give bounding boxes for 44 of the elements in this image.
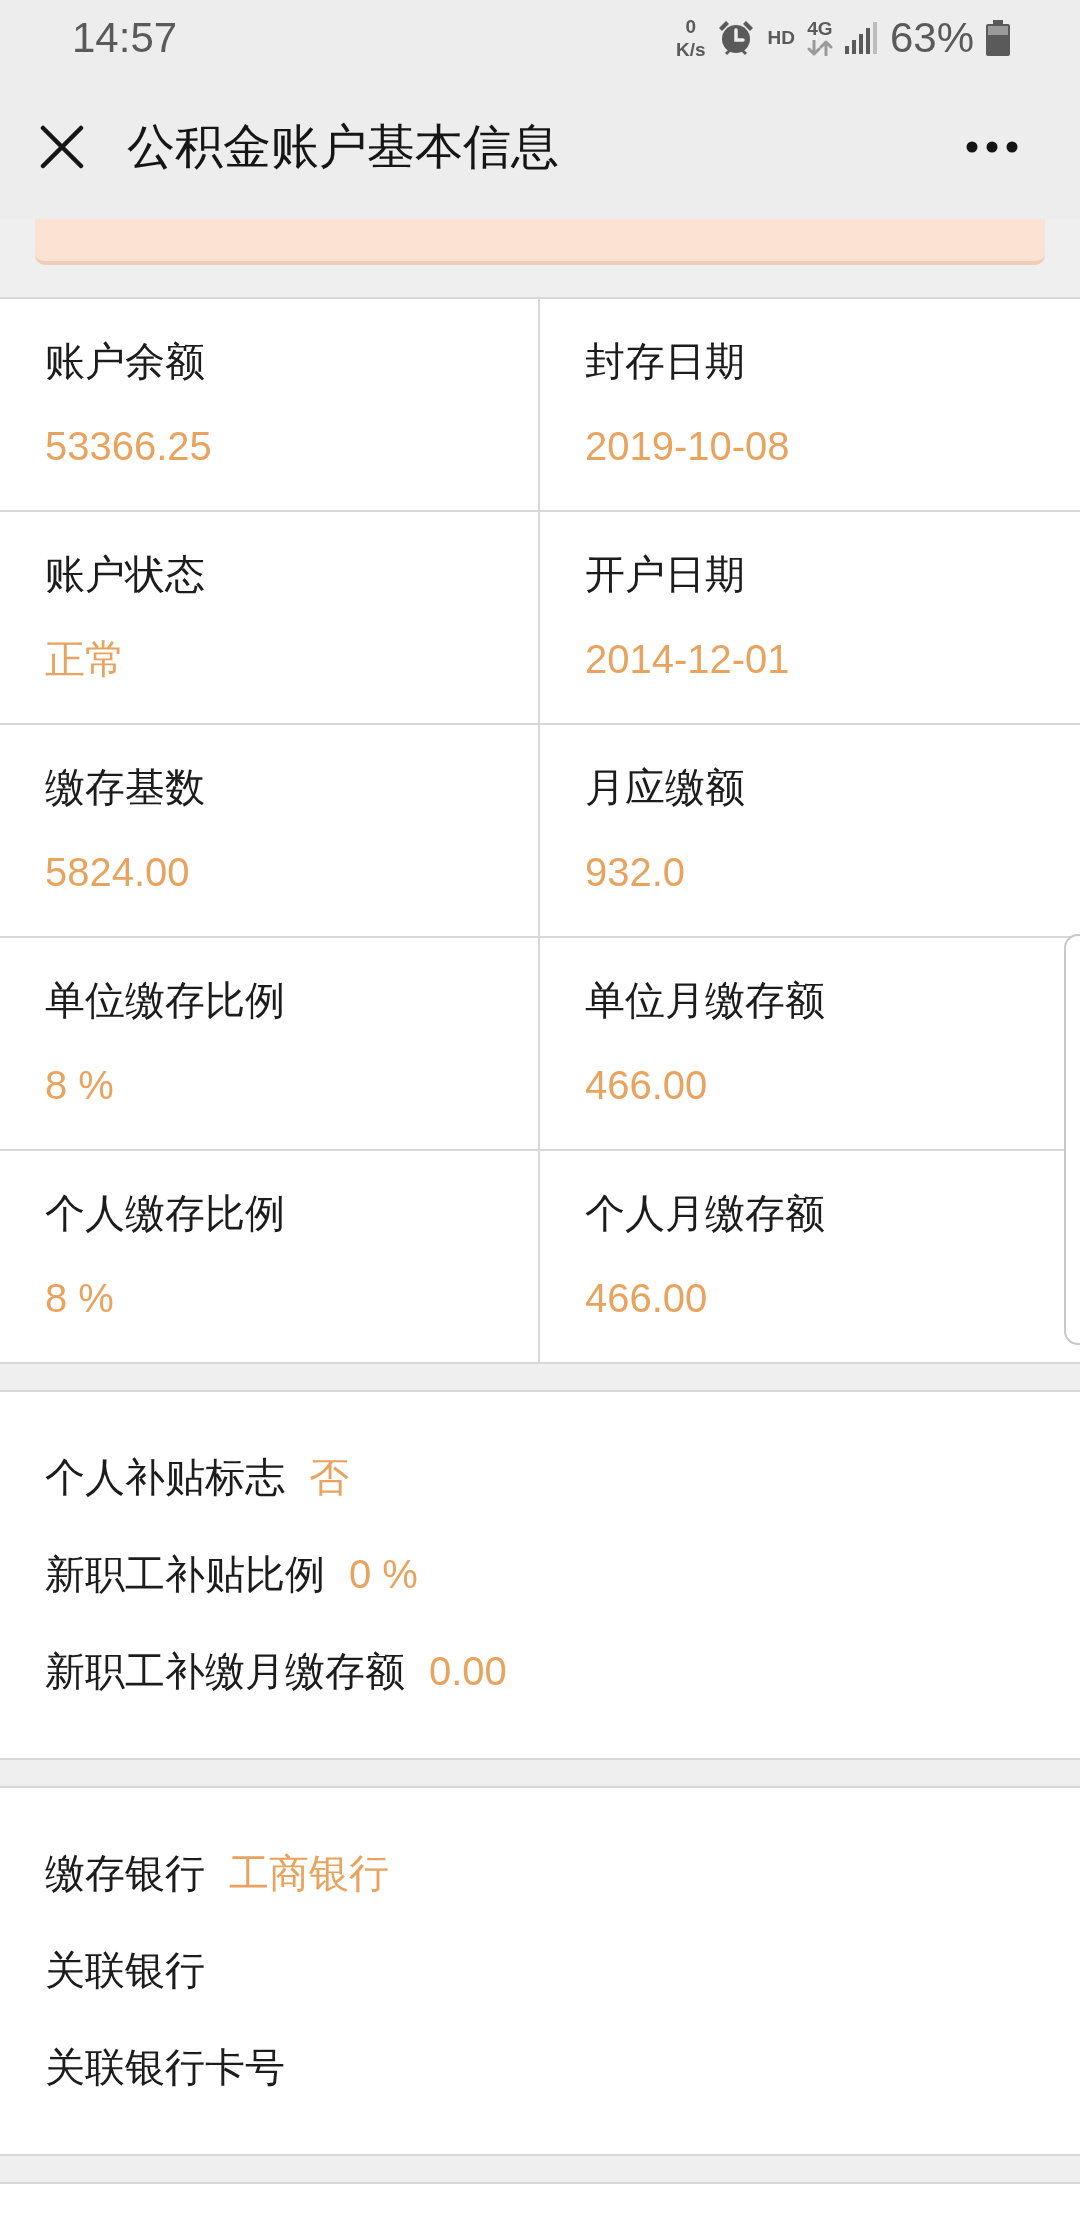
field-value: 2014-12-01 [585,636,790,683]
side-drawer-handle[interactable] [1064,934,1080,1345]
field-value: 932.0 [585,849,686,896]
field-label: 缴存银行 [45,1849,205,1897]
battery-percent: 63% [889,16,974,59]
more-options-icon[interactable] [966,141,1018,153]
field-label: 单位月缴存额 [585,977,825,1024]
network-speed-unit: K/s [675,39,706,59]
signal-bars-icon [844,21,878,54]
field-value: 0 % [349,1550,418,1598]
field-label: 新职工补贴比例 [45,1550,325,1598]
field-label: 单位缴存比例 [45,977,285,1024]
field-label: 新职工补缴月缴存额 [45,1647,405,1695]
alarm-clock-icon [717,18,756,57]
field-label: 个人补贴标志 [45,1453,285,1501]
status-time: 14:57 [72,16,178,59]
field-value: 53366.25 [45,423,212,470]
field-value: 正常 [45,636,125,683]
field-value: 466.00 [585,1275,708,1322]
field-label: 账户余额 [45,338,205,385]
field-label: 封存日期 [585,338,745,385]
field-label: 关联银行卡号 [45,2043,285,2091]
field-value: 否 [309,1453,349,1501]
field-label: 缴存基数 [45,764,205,811]
field-value: 0.00 [429,1647,507,1695]
field-label: 个人月缴存额 [585,1190,825,1237]
hd-indicator: HD [767,28,795,47]
field-label: 关联银行 [45,1946,205,1994]
close-icon[interactable] [40,125,84,169]
field-value: 5824.00 [45,849,190,896]
field-value: 466.00 [585,1062,708,1109]
field-label: 账户状态 [45,551,205,598]
field-value: 8 % [45,1275,114,1322]
battery-icon [986,19,1010,56]
field-label: 月应缴额 [585,764,745,811]
page-title: 公积金账户基本信息 [127,119,559,176]
network-speed-value: 0 [685,16,696,36]
network-type: 4G [807,19,833,38]
field-label: 开户日期 [585,551,745,598]
field-value: 8 % [45,1062,114,1109]
field-value: 工商银行 [229,1849,389,1897]
data-arrows-icon [806,40,833,56]
field-label: 个人缴存比例 [45,1190,285,1237]
field-value: 2019-10-08 [585,423,790,470]
